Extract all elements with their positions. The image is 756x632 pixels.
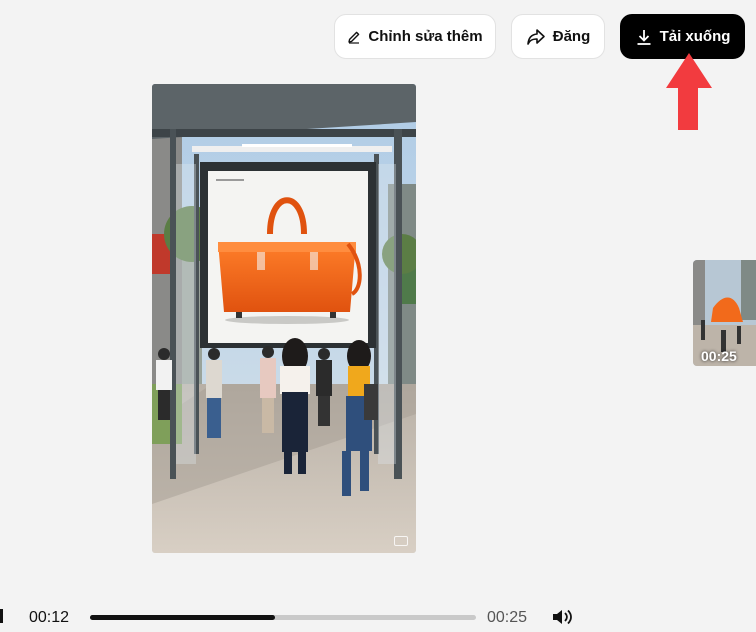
pencil-icon	[347, 30, 361, 44]
video-preview[interactable]	[152, 84, 416, 553]
total-time: 00:25	[487, 609, 528, 626]
speaker-icon[interactable]	[551, 607, 573, 627]
current-time: 00:12	[29, 609, 70, 626]
share-label: Đăng	[552, 28, 591, 45]
watermark-icon	[394, 536, 408, 546]
progress-fill	[90, 615, 276, 620]
video-thumbnail[interactable]: 00:25	[693, 260, 756, 366]
edit-more-label: Chỉnh sửa thêm	[368, 28, 483, 45]
edit-more-button[interactable]: Chỉnh sửa thêm	[334, 14, 496, 59]
thumbnail-duration: 00:25	[701, 348, 737, 364]
play-pause-icon[interactable]	[0, 609, 3, 623]
share-button[interactable]: Đăng	[511, 14, 605, 59]
progress-bar[interactable]	[90, 615, 476, 620]
share-arrow-icon	[526, 28, 546, 46]
download-label: Tải xuống	[659, 28, 731, 45]
download-icon	[635, 28, 653, 46]
red-arrow-up-icon	[664, 51, 714, 131]
